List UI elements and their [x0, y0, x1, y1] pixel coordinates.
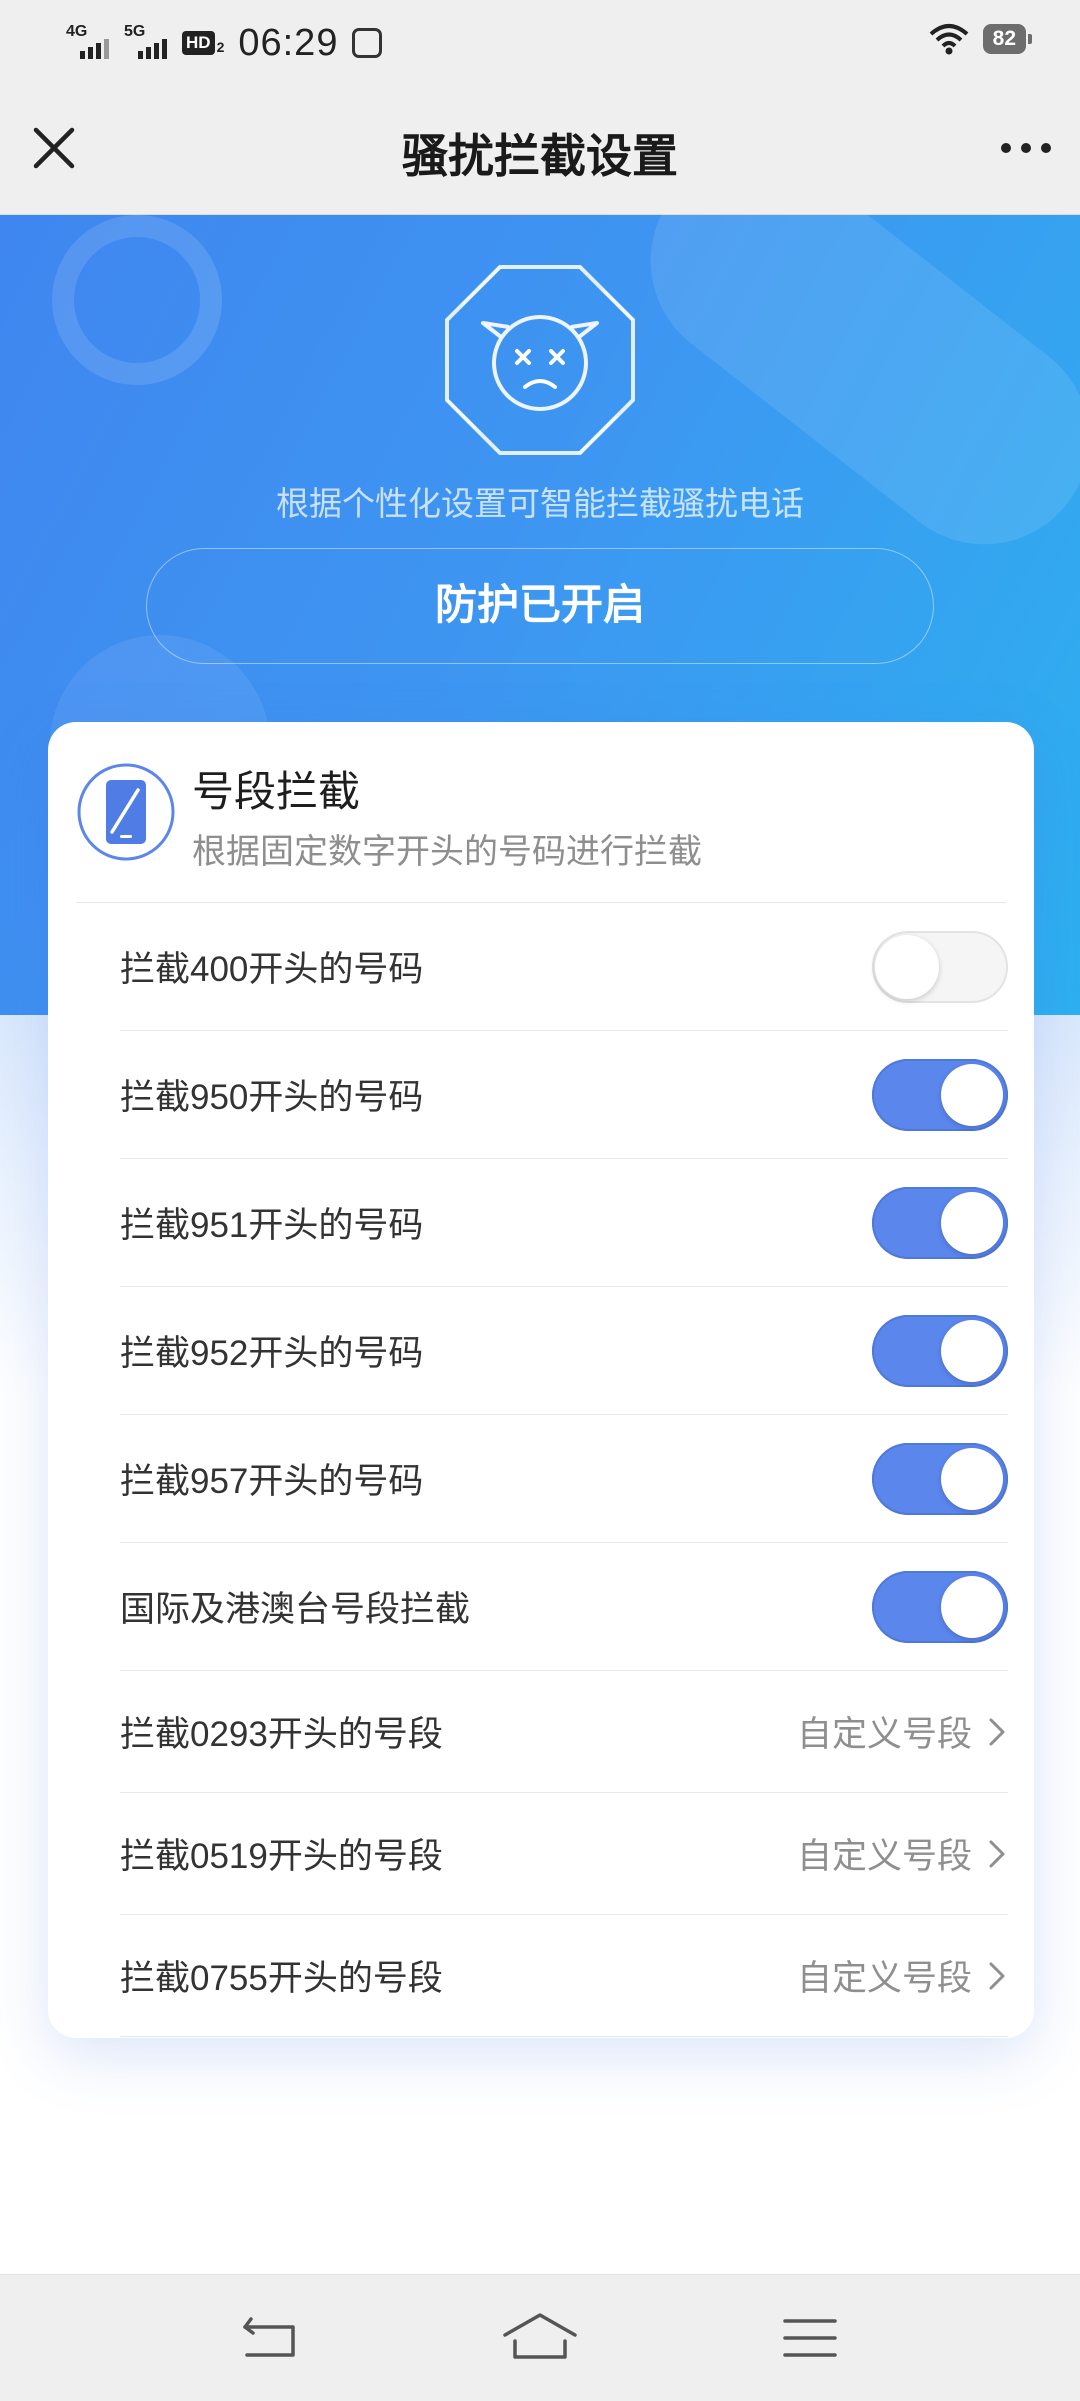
- number-segment-card: 号段拦截 根据固定数字开头的号码进行拦截 拦截400开头的号码 拦截950开头的…: [48, 722, 1034, 2038]
- chevron-right-icon: [986, 1959, 1008, 1993]
- toggle-knob: [941, 1576, 1003, 1638]
- row-label: 拦截0755开头的号段: [120, 1950, 443, 2001]
- hd-voice-icon: HD 2: [182, 31, 224, 55]
- status-bar: 4G 5G HD 2 06:29 82: [0, 0, 1080, 84]
- custom-segment-row-0519[interactable]: 拦截0519开头的号段 自定义号段: [120, 1793, 1008, 1915]
- toggle-switch-950[interactable]: [872, 1059, 1008, 1131]
- chevron-right-icon: [986, 1837, 1008, 1871]
- toggle-switch-952[interactable]: [872, 1315, 1008, 1387]
- toggle-switch-400[interactable]: [872, 931, 1008, 1003]
- status-left: 4G 5G HD 2 06:29: [66, 18, 382, 68]
- custom-segment-link[interactable]: 自定义号段: [797, 1950, 1008, 2001]
- battery-indicator: 82: [983, 24, 1026, 54]
- hero-description: 根据个性化设置可智能拦截骚扰电话: [0, 477, 1080, 525]
- decorative-band: [608, 215, 1080, 587]
- row-label: 拦截951开头的号码: [120, 1197, 423, 1248]
- page-title: 骚扰拦截设置: [0, 120, 1080, 186]
- nav-back-button[interactable]: [225, 2303, 315, 2373]
- nav-home-button[interactable]: [495, 2303, 585, 2373]
- row-label: 拦截400开头的号码: [120, 941, 423, 992]
- toggle-row-400: 拦截400开头的号码: [120, 903, 1008, 1031]
- toggle-switch-951[interactable]: [872, 1187, 1008, 1259]
- menu-icon: [765, 2303, 855, 2373]
- notification-app-icon: [352, 28, 382, 58]
- card-subtitle: 根据固定数字开头的号码进行拦截: [192, 824, 702, 873]
- row-label: 国际及港澳台号段拦截: [120, 1581, 470, 1632]
- custom-segment-link[interactable]: 自定义号段: [797, 1706, 1008, 1757]
- card-header: 号段拦截 根据固定数字开头的号码进行拦截: [48, 722, 1034, 902]
- toggle-row-international: 国际及港澳台号段拦截: [120, 1543, 1008, 1671]
- toggle-switch-international[interactable]: [872, 1571, 1008, 1643]
- custom-segment-row-0293[interactable]: 拦截0293开头的号段 自定义号段: [120, 1671, 1008, 1793]
- toggle-knob: [941, 1064, 1003, 1126]
- home-icon: [495, 2303, 585, 2373]
- signal-5g-icon: 5G: [124, 23, 168, 63]
- row-label: 拦截957开头的号码: [120, 1453, 423, 1504]
- toggle-knob: [941, 1192, 1003, 1254]
- status-right: 82: [929, 22, 1026, 56]
- back-icon: [225, 2303, 315, 2373]
- decorative-ring: [52, 215, 222, 385]
- protection-status-button[interactable]: 防护已开启: [146, 548, 934, 664]
- row-label: 拦截950开头的号码: [120, 1069, 423, 1120]
- angry-devil-octagon-icon: [443, 263, 637, 457]
- chevron-right-icon: [986, 1715, 1008, 1749]
- nav-menu-button[interactable]: [765, 2303, 855, 2373]
- toggle-row-951: 拦截951开头的号码: [120, 1159, 1008, 1287]
- toggle-knob: [875, 935, 939, 999]
- toggle-switch-957[interactable]: [872, 1443, 1008, 1515]
- clock: 06:29: [238, 22, 338, 65]
- toggle-row-950: 拦截950开头的号码: [120, 1031, 1008, 1159]
- phone-blocked-icon: [76, 762, 176, 862]
- system-nav-bar: [0, 2274, 1080, 2401]
- row-label: 拦截0519开头的号段: [120, 1828, 443, 1879]
- title-bar: 骚扰拦截设置: [0, 84, 1080, 215]
- row-label: 拦截0293开头的号段: [120, 1706, 443, 1757]
- signal-4g-icon: 4G: [66, 23, 110, 63]
- toggle-knob: [941, 1320, 1003, 1382]
- custom-segment-row-0755[interactable]: 拦截0755开头的号段 自定义号段: [120, 1915, 1008, 2037]
- toggle-row-957: 拦截957开头的号码: [120, 1415, 1008, 1543]
- toggle-row-952: 拦截952开头的号码: [120, 1287, 1008, 1415]
- card-title: 号段拦截: [192, 758, 360, 819]
- row-label: 拦截952开头的号码: [120, 1325, 423, 1376]
- wifi-icon: [929, 22, 969, 56]
- more-options-button[interactable]: [994, 116, 1058, 180]
- more-dots-icon: [994, 116, 1058, 180]
- toggle-knob: [941, 1448, 1003, 1510]
- custom-segment-link[interactable]: 自定义号段: [797, 1828, 1008, 1879]
